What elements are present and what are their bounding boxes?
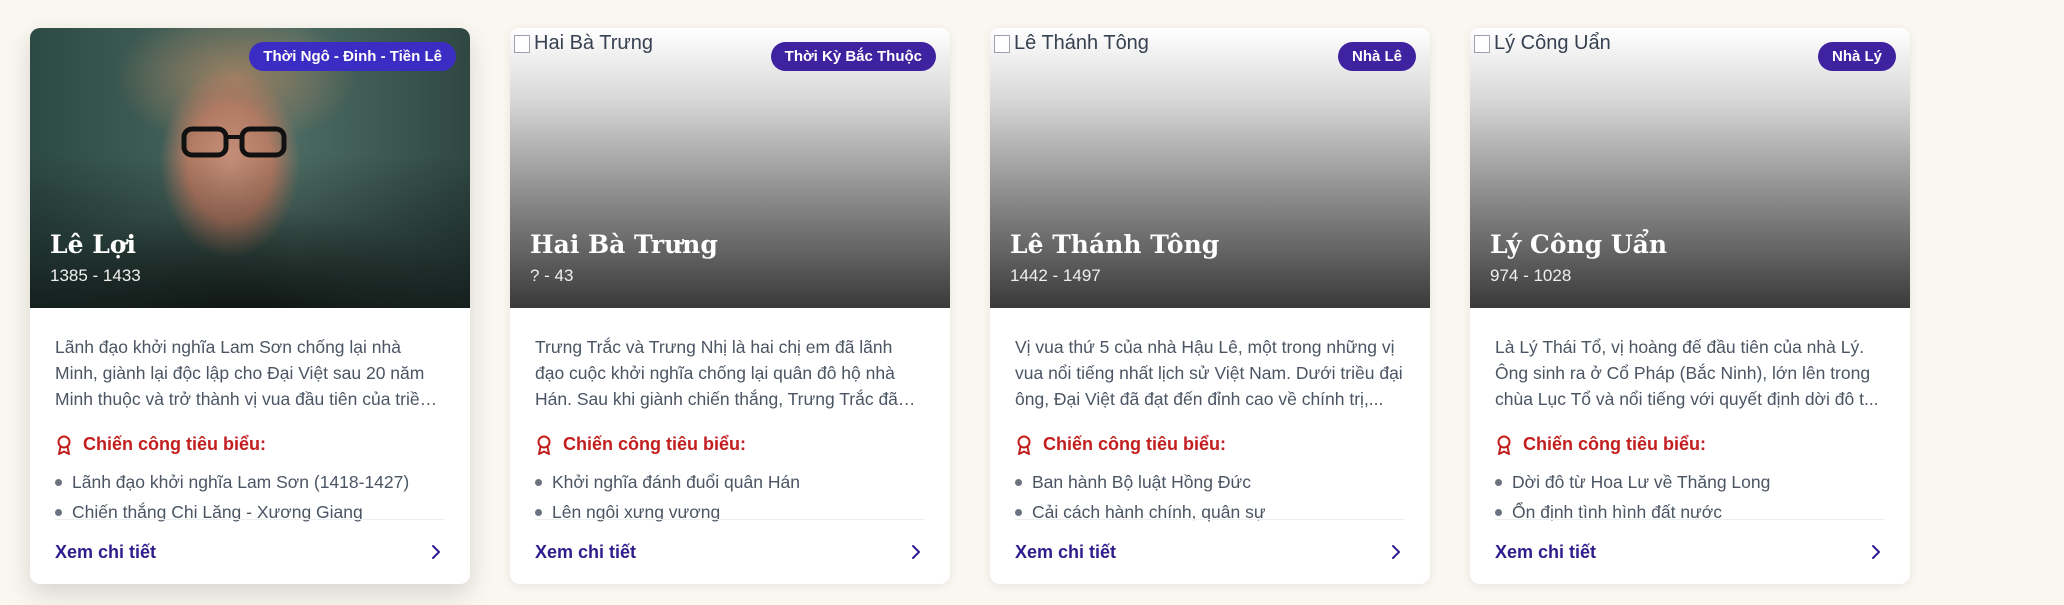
figure-name: Lê Thánh Tông (1010, 230, 1220, 259)
chevron-right-icon[interactable] (427, 543, 445, 561)
broken-image-icon (514, 34, 530, 53)
award-icon (1017, 435, 1031, 455)
figure-portrait: Lê Thánh Tông Nhà Lê Lê Thánh Tông 1442 … (990, 28, 1430, 308)
view-details-link[interactable]: Xem chi tiết (535, 542, 636, 563)
period-badge: Thời Ngô - Đinh - Tiền Lê (249, 42, 456, 71)
achievement-item: Khởi nghĩa đánh đuổi quân Hán (535, 467, 925, 497)
achievements-list: Lãnh đạo khởi nghĩa Lam Sơn (1418-1427) … (55, 467, 445, 527)
figure-description: Lãnh đạo khởi nghĩa Lam Sơn chống lại nh… (55, 337, 430, 409)
period-badge: Nhà Lý (1817, 42, 1896, 71)
chevron-right-icon[interactable] (1867, 543, 1885, 561)
figure-card-le-loi[interactable]: Thời Ngô - Đinh - Tiền Lê Lê Lợi 1385 - … (30, 28, 470, 584)
broken-image-icon (994, 34, 1010, 53)
image-alt-text: Lê Thánh Tông (1014, 32, 1149, 54)
award-icon (1497, 435, 1511, 455)
card-footer: Xem chi tiết (1495, 519, 1885, 584)
achievements-list: Ban hành Bộ luật Hồng Đức Cải cách hành … (1015, 467, 1405, 527)
figure-card-hai-ba-trung[interactable]: Hai Bà Trưng Thời Kỳ Bắc Thuộc Hai Bà Tr… (510, 28, 950, 584)
achievement-item: Ban hành Bộ luật Hồng Đức (1015, 467, 1405, 497)
figure-name: Hai Bà Trưng (530, 230, 718, 259)
achievements-heading: Chiến công tiêu biểu: (535, 434, 925, 455)
achievements-list: Dời đô từ Hoa Lư về Thăng Long Ổn định t… (1495, 467, 1885, 527)
achievements-title: Chiến công tiêu biểu: (563, 434, 746, 454)
achievements-title: Chiến công tiêu biểu: (1523, 434, 1706, 454)
achievements-list: Khởi nghĩa đánh đuổi quân Hán Lên ngôi x… (535, 467, 925, 527)
image-alt-text: Lý Công Uẩn (1494, 32, 1611, 54)
period-badge: Thời Kỳ Bắc Thuộc (770, 42, 936, 71)
figure-portrait: Lý Công Uẩn Nhà Lý Lý Công Uẩn 974 - 102… (1470, 28, 1910, 308)
broken-image-placeholder: Lý Công Uẩn (1474, 32, 1611, 55)
figure-name: Lý Công Uẩn (1490, 230, 1668, 259)
figure-card-grid: Thời Ngô - Đinh - Tiền Lê Lê Lợi 1385 - … (30, 28, 1910, 584)
award-icon (57, 435, 71, 455)
figure-description: Vị vua thứ 5 của nhà Hậu Lê, một trong n… (1015, 337, 1403, 409)
figure-description: Là Lý Thái Tổ, vị hoàng đế đầu tiên của … (1495, 337, 1879, 409)
achievements-heading: Chiến công tiêu biểu: (1015, 434, 1405, 455)
figure-portrait: Thời Ngô - Đinh - Tiền Lê Lê Lợi 1385 - … (30, 28, 470, 308)
award-icon (537, 435, 551, 455)
broken-image-placeholder: Hai Bà Trưng (514, 32, 653, 55)
view-details-link[interactable]: Xem chi tiết (1015, 542, 1116, 563)
achievements-heading: Chiến công tiêu biểu: (55, 434, 445, 455)
broken-image-icon (1474, 34, 1490, 53)
figure-description: Trưng Trắc và Trưng Nhị là hai chị em đã… (535, 337, 898, 409)
figure-portrait: Hai Bà Trưng Thời Kỳ Bắc Thuộc Hai Bà Tr… (510, 28, 950, 308)
image-alt-text: Hai Bà Trưng (534, 32, 653, 54)
broken-image-placeholder: Lê Thánh Tông (994, 32, 1149, 55)
figure-years: 1442 - 1497 (1010, 266, 1101, 285)
chevron-right-icon[interactable] (1387, 543, 1405, 561)
card-footer: Xem chi tiết (55, 519, 445, 584)
figure-card-le-thanh-tong[interactable]: Lê Thánh Tông Nhà Lê Lê Thánh Tông 1442 … (990, 28, 1430, 584)
achievement-item: Dời đô từ Hoa Lư về Thăng Long (1495, 467, 1885, 497)
card-footer: Xem chi tiết (1015, 519, 1405, 584)
view-details-link[interactable]: Xem chi tiết (1495, 542, 1596, 563)
period-badge: Nhà Lê (1337, 42, 1416, 71)
figure-years: 1385 - 1433 (50, 266, 141, 285)
card-footer: Xem chi tiết (535, 519, 925, 584)
achievement-item: Lãnh đạo khởi nghĩa Lam Sơn (1418-1427) (55, 467, 445, 497)
achievements-title: Chiến công tiêu biểu: (83, 434, 266, 454)
figure-name: Lê Lợi (50, 230, 136, 259)
achievements-heading: Chiến công tiêu biểu: (1495, 434, 1885, 455)
chevron-right-icon[interactable] (907, 543, 925, 561)
achievements-title: Chiến công tiêu biểu: (1043, 434, 1226, 454)
view-details-link[interactable]: Xem chi tiết (55, 542, 156, 563)
figure-years: 974 - 1028 (1490, 266, 1572, 285)
figure-years: ? - 43 (530, 266, 574, 285)
figure-card-ly-cong-uan[interactable]: Lý Công Uẩn Nhà Lý Lý Công Uẩn 974 - 102… (1470, 28, 1910, 584)
